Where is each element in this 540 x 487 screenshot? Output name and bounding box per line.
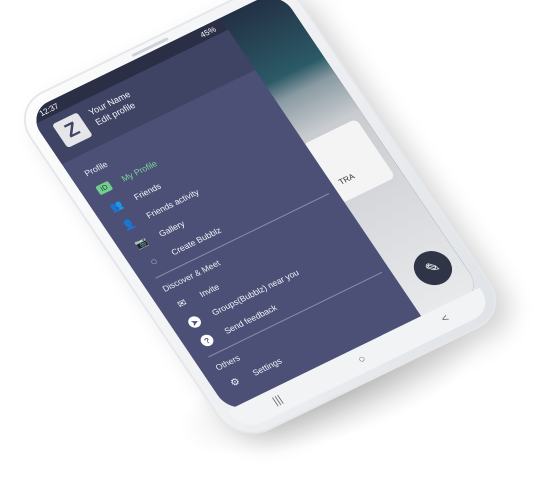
section-profile: Profile <box>82 159 110 179</box>
gear-icon: ⚙ <box>228 375 243 389</box>
screen: TRA ✎ 12:37 45% Z Your Name Edit profile <box>26 0 483 416</box>
compose-fab-icon[interactable]: ✎ <box>406 245 460 292</box>
camera-icon: 📷 <box>132 235 151 251</box>
status-battery: 45% <box>198 24 218 40</box>
section-others: Others <box>213 352 242 373</box>
people-icon: 👤 <box>120 217 138 233</box>
status-time: 12:37 <box>37 101 61 118</box>
divider-2 <box>208 271 383 358</box>
id-card-icon: ID <box>94 180 115 197</box>
menu-label-gallery: Gallery <box>156 218 187 239</box>
bubble-add-icon: ◌ <box>148 255 160 268</box>
menu-label-friends: Friends <box>131 181 163 202</box>
back-button[interactable]: < <box>439 312 452 325</box>
app-logo-icon[interactable]: Z <box>51 112 93 149</box>
help-icon: ? <box>196 332 217 349</box>
background-card-label: TRA <box>337 172 357 187</box>
home-button[interactable]: ○ <box>356 353 369 366</box>
drawer-header: 12:37 45% Z Your Name Edit profile <box>26 18 256 165</box>
recent-apps-button[interactable]: ||| <box>271 394 285 408</box>
logo-letter: Z <box>60 117 84 142</box>
menu-label-settings: Settings <box>250 355 284 378</box>
menu-label-invite: Invite <box>197 281 222 300</box>
friends-group-icon: 👥 <box>107 199 126 214</box>
mail-icon: ✉ <box>175 297 190 311</box>
location-arrow-icon: ➤ <box>184 313 205 330</box>
